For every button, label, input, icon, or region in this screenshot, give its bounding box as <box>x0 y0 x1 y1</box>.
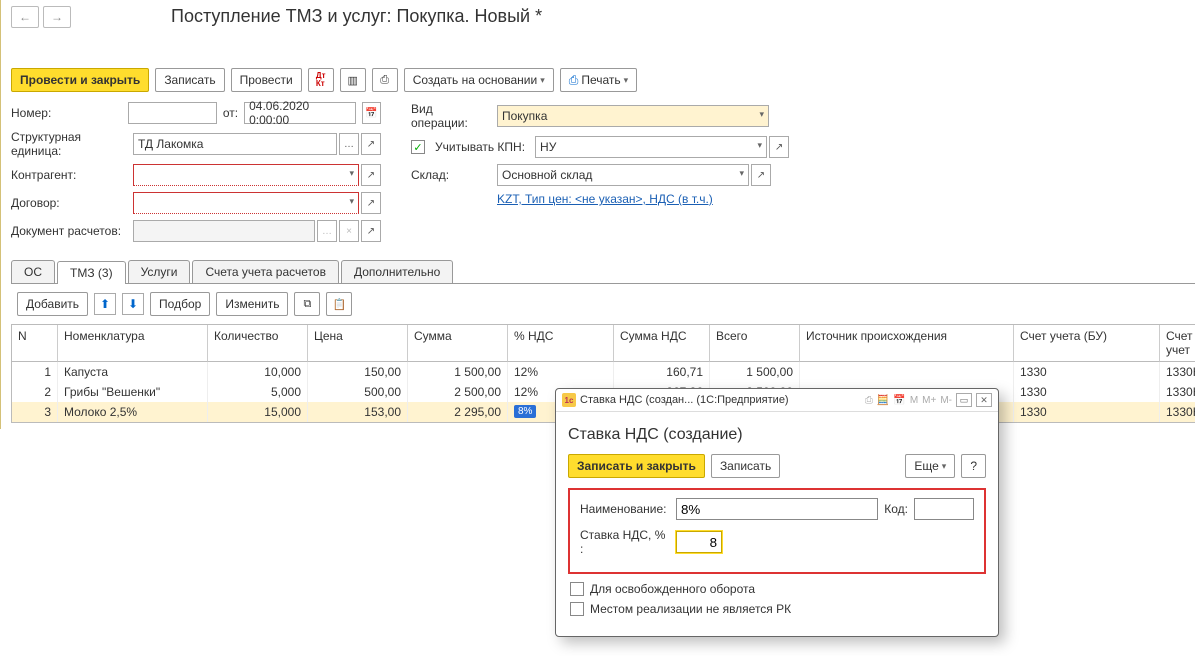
nds-badge: 8% <box>514 405 536 418</box>
tab-dop[interactable]: Дополнительно <box>341 260 453 283</box>
kontragent-input[interactable] <box>133 164 359 186</box>
struct-ellipsis-button[interactable]: … <box>339 133 359 155</box>
toolbar-mminus-icon: M- <box>940 395 952 406</box>
from-label: от: <box>223 106 238 120</box>
app-1c-icon: 1c <box>562 393 576 407</box>
col-qty[interactable]: Количество <box>208 325 308 362</box>
col-sum[interactable]: Сумма <box>408 325 508 362</box>
name-label: Наименование: <box>580 502 670 516</box>
report-icon-button[interactable]: ⎙ <box>372 68 398 92</box>
nds-cell-editor[interactable]: 8% <box>508 402 558 422</box>
rate-input[interactable] <box>676 531 722 553</box>
price-info-link[interactable]: KZT, Тип цен: <не указан>, НДС (в т.ч.) <box>497 192 713 206</box>
toolbar-calc-icon[interactable]: 🧮 <box>877 395 889 406</box>
struct-label: Структурная единица: <box>11 130 127 158</box>
tab-tmz[interactable]: ТМЗ (3) <box>57 261 126 284</box>
rate-label: Ставка НДС, % : <box>580 528 670 556</box>
post-and-close-button[interactable]: Провести и закрыть <box>11 68 149 92</box>
struct-open-button[interactable]: ↗ <box>361 133 381 155</box>
not-rk-checkbox[interactable] <box>570 602 584 616</box>
col-total[interactable]: Всего <box>710 325 800 362</box>
sklad-label: Склад: <box>411 168 491 182</box>
code-input[interactable] <box>914 498 974 520</box>
kontragent-open-button[interactable]: ↗ <box>361 164 381 186</box>
page-title: Поступление ТМЗ и услуг: Покупка. Новый … <box>171 6 542 27</box>
add-row-button[interactable]: Добавить <box>17 292 88 316</box>
tab-scheta[interactable]: Счета учета расчетов <box>192 260 338 283</box>
move-down-button[interactable]: ⬇ <box>122 293 144 315</box>
paste-icon-button[interactable]: 📋 <box>326 292 352 316</box>
dogovor-open-button[interactable]: ↗ <box>361 192 381 214</box>
col-nomen[interactable]: Номенклатура <box>58 325 208 362</box>
kontragent-label: Контрагент: <box>11 168 127 182</box>
name-input[interactable] <box>676 498 878 520</box>
window-close-button[interactable]: ✕ <box>976 393 992 407</box>
docras-clear-button: × <box>339 220 359 242</box>
dtkt-icon-button[interactable]: ДтКт <box>308 68 334 92</box>
col-acct2[interactable]: Счет учет <box>1160 325 1195 362</box>
sklad-open-button[interactable]: ↗ <box>751 164 771 186</box>
write-button[interactable]: Записать <box>155 68 224 92</box>
dogovor-label: Договор: <box>11 196 127 210</box>
izmenit-button[interactable]: Изменить <box>216 292 288 316</box>
operation-select[interactable]: Покупка <box>497 105 769 127</box>
toolbar-mplus-icon: M+ <box>922 395 936 406</box>
col-acct[interactable]: Счет учета (БУ) <box>1014 325 1160 362</box>
highlighted-fields: Наименование: Код: Ставка НДС, % : <box>568 488 986 574</box>
code-label: Код: <box>884 502 908 516</box>
tab-uslugi[interactable]: Услуги <box>128 260 191 283</box>
toolbar-m-icon: M <box>910 395 918 406</box>
popup-help-button[interactable]: ? <box>961 454 986 478</box>
calendar-icon[interactable]: 📅 <box>362 102 381 124</box>
col-sumnds[interactable]: Сумма НДС <box>614 325 710 362</box>
nav-back-button[interactable]: ← <box>11 6 39 28</box>
kpn-label: Учитывать КПН: <box>435 140 525 154</box>
table-row[interactable]: 1 Капуста 10,000 150,00 1 500,00 12% 160… <box>12 362 1195 382</box>
podbor-button[interactable]: Подбор <box>150 292 210 316</box>
sklad-select[interactable]: Основной склад <box>497 164 749 186</box>
toolbar-print-icon[interactable]: ⎙ <box>865 395 873 406</box>
docras-open-button[interactable]: ↗ <box>361 220 381 242</box>
exempt-checkbox[interactable] <box>570 582 584 596</box>
col-n[interactable]: N <box>12 325 58 362</box>
col-src[interactable]: Источник происхождения <box>800 325 1014 362</box>
create-on-basis-button[interactable]: Создать на основании <box>404 68 554 92</box>
popup-window-title: Ставка НДС (создан... (1С:Предприятие) <box>580 394 789 406</box>
nav-forward-button[interactable]: → <box>43 6 71 28</box>
post-button[interactable]: Провести <box>231 68 302 92</box>
struct-input[interactable]: ТД Лакомка <box>133 133 337 155</box>
copy-icon-button[interactable]: ⧉ <box>294 292 320 316</box>
print-button[interactable]: ⎙Печать <box>560 68 637 92</box>
popup-write-close-button[interactable]: Записать и закрыть <box>568 454 705 478</box>
toolbar-calendar-icon[interactable]: 📅 <box>893 395 905 406</box>
dogovor-input[interactable] <box>133 192 359 214</box>
col-nds[interactable]: % НДС <box>508 325 614 362</box>
docras-label: Документ расчетов: <box>11 224 127 238</box>
operation-label: Вид операции: <box>411 102 491 130</box>
popup-more-button[interactable]: Еще <box>905 454 955 478</box>
exempt-label: Для освобожденного оборота <box>590 582 755 596</box>
docras-input <box>133 220 315 242</box>
kpn-checkbox[interactable]: ✓ <box>411 140 425 154</box>
col-price[interactable]: Цена <box>308 325 408 362</box>
kpn-select[interactable]: НУ <box>535 136 767 158</box>
kpn-open-button[interactable]: ↗ <box>769 136 789 158</box>
popup-write-button[interactable]: Записать <box>711 454 780 478</box>
nds-rate-popup: 1c Ставка НДС (создан... (1С:Предприятие… <box>555 388 999 637</box>
popup-heading: Ставка НДС (создание) <box>568 426 986 444</box>
move-up-button[interactable]: ⬆ <box>94 293 116 315</box>
number-input[interactable] <box>128 102 217 124</box>
window-minimize-button[interactable]: ▭ <box>956 393 972 407</box>
struct-icon-button[interactable]: ▥ <box>340 68 366 92</box>
docras-ellipsis-button: … <box>317 220 337 242</box>
tab-os[interactable]: ОС <box>11 260 55 283</box>
date-input[interactable]: 04.06.2020 0:00:00 <box>244 102 356 124</box>
not-rk-label: Местом реализации не является РК <box>590 602 791 616</box>
number-label: Номер: <box>11 106 122 120</box>
